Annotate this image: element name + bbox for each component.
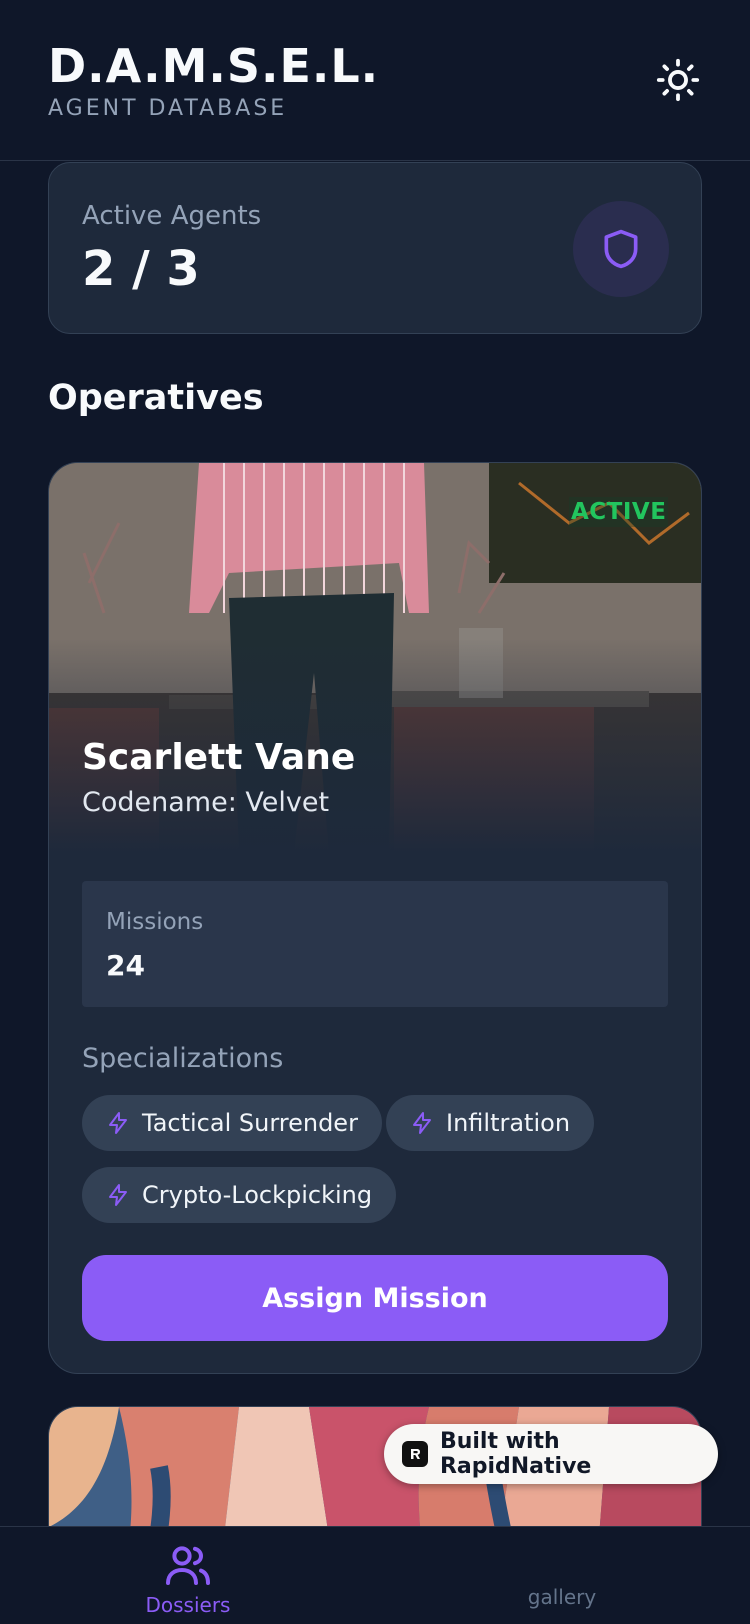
nav-label-gallery: gallery: [527, 1585, 597, 1609]
specialization-label: Infiltration: [446, 1109, 571, 1137]
shield-icon: [604, 229, 638, 269]
sun-icon: [656, 58, 700, 102]
section-title-operatives: Operatives: [48, 378, 264, 418]
lightning-icon: [410, 1111, 434, 1135]
app-title: D.A.M.S.E.L.: [48, 39, 380, 93]
rapidnative-logo-icon: [402, 1441, 428, 1467]
specialization-chip: Infiltration: [386, 1095, 595, 1151]
theme-toggle-button[interactable]: [650, 52, 706, 108]
lightning-icon: [106, 1111, 130, 1135]
specializations-label: Specializations: [82, 1043, 284, 1074]
nav-item-gallery[interactable]: gallery: [502, 1581, 622, 1609]
status-badge: ACTIVE: [569, 497, 669, 527]
missions-stat: Missions 24: [82, 881, 668, 1007]
assign-mission-button[interactable]: Assign Mission: [82, 1255, 668, 1341]
nav-item-dossiers[interactable]: Dossiers: [128, 1541, 248, 1617]
agent-name: Scarlett Vane: [82, 737, 356, 778]
built-with-badge[interactable]: Built with RapidNative: [384, 1424, 718, 1484]
brand: D.A.M.S.E.L. AGENT DATABASE: [48, 38, 379, 121]
app-subtitle: AGENT DATABASE: [48, 96, 288, 121]
nav-label-dossiers: Dossiers: [145, 1593, 231, 1617]
bottom-navigation: Dossiers gallery: [0, 1526, 750, 1624]
missions-label: Missions: [106, 909, 204, 935]
agent-codename: Codename: Velvet: [82, 787, 330, 818]
app-root: D.A.M.S.E.L. AGENT DATABASE Active Agent…: [0, 0, 750, 1624]
missions-value: 24: [106, 949, 145, 982]
stats-icon-badge: [573, 201, 669, 297]
specialization-chip: Tactical Surrender: [82, 1095, 382, 1151]
built-with-label: Built with RapidNative: [439, 1429, 592, 1479]
specialization-label: Crypto-Lockpicking: [142, 1181, 373, 1209]
agent-card[interactable]: ACTIVE Scarlett Vane Codename: Velvet Mi…: [48, 462, 702, 1374]
stats-value: 2 / 3: [82, 241, 200, 297]
stats-label: Active Agents: [82, 201, 262, 231]
lightning-icon: [106, 1183, 130, 1207]
app-header: D.A.M.S.E.L. AGENT DATABASE: [0, 0, 750, 161]
specialization-label: Tactical Surrender: [142, 1109, 358, 1137]
users-icon: [166, 1546, 210, 1585]
specialization-chip: Crypto-Lockpicking: [82, 1167, 397, 1223]
active-agents-card: Active Agents 2 / 3: [48, 162, 702, 334]
